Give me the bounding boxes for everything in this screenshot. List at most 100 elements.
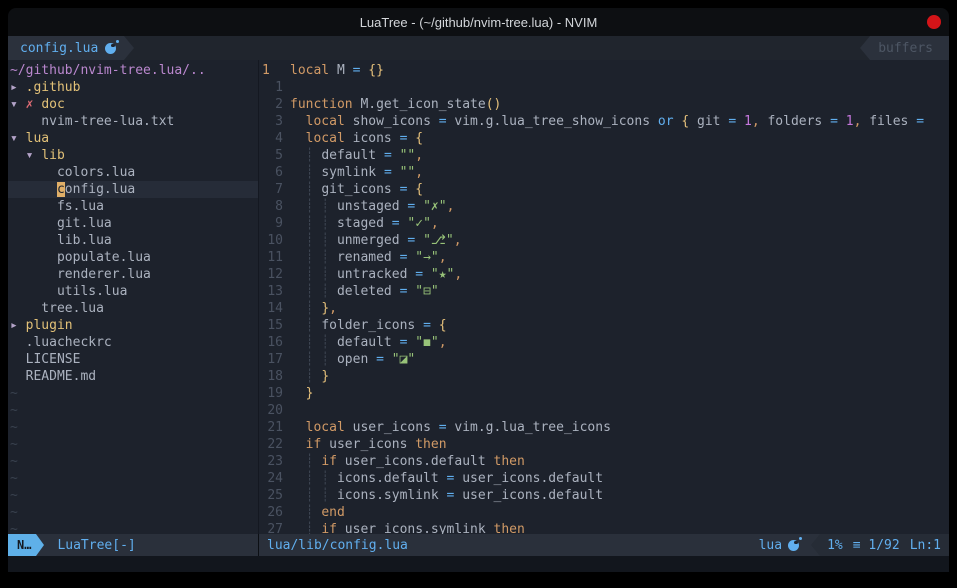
tree-item[interactable]: git.lua — [8, 215, 258, 232]
code-line[interactable]: 19 } — [259, 385, 949, 402]
tab-label: config.lua — [20, 41, 98, 56]
tree-item[interactable]: fs.lua — [8, 198, 258, 215]
tree-item[interactable]: ▾ lib — [8, 147, 258, 164]
window-title: LuaTree - (~/github/nvim-tree.lua) - NVI… — [360, 15, 598, 30]
tree-root-path[interactable]: ~/github/nvim-tree.lua/.. — [8, 62, 258, 79]
line-number: 16 — [259, 334, 283, 351]
buffers-tab[interactable]: buffers — [860, 36, 949, 60]
code-line[interactable]: 13 ┊ ┊ deleted = "⊟" — [259, 283, 949, 300]
code-line[interactable]: 27 ┊ if user_icons.symlink then — [259, 521, 949, 534]
tree-item[interactable]: ▸ .github — [8, 79, 258, 96]
close-button[interactable] — [927, 15, 941, 29]
code-line[interactable]: 21 local user_icons = vim.g.lua_tree_ico… — [259, 419, 949, 436]
line-number: 3 — [259, 113, 283, 130]
line-number: 22 — [259, 436, 283, 453]
code-line[interactable]: 25 ┊ ┊ icons.symlink = user_icons.defaul… — [259, 487, 949, 504]
tree-item[interactable]: ▾ ✗ doc — [8, 96, 258, 113]
empty-line-tilde: ~ — [8, 453, 258, 470]
tree-item[interactable]: .luacheckrc — [8, 334, 258, 351]
line-number: 26 — [259, 504, 283, 521]
status-line-count: ≡ 1/92 — [853, 538, 900, 553]
code-line[interactable]: 8 ┊ ┊ unstaged = "✗", — [259, 198, 949, 215]
line-number: 17 — [259, 351, 283, 368]
line-number: 11 — [259, 249, 283, 266]
line-number: 6 — [259, 164, 283, 181]
line-number: 10 — [259, 232, 283, 249]
tree-item[interactable]: utils.lua — [8, 283, 258, 300]
line-number: 1 — [259, 62, 283, 79]
code-line[interactable]: 20 — [259, 402, 949, 419]
editor-panel: 1local M = {}12function M.get_icon_state… — [259, 60, 949, 534]
code-line[interactable]: 9 ┊ ┊ staged = "✓", — [259, 215, 949, 232]
command-line[interactable] — [8, 556, 949, 572]
mode-indicator: N… — [8, 534, 36, 556]
code-line[interactable]: 18 ┊ } — [259, 368, 949, 385]
lines-icon: ≡ — [853, 538, 861, 553]
main-content: ~/github/nvim-tree.lua/..▸ .github▾ ✗ do… — [8, 60, 949, 534]
code-line[interactable]: 6 ┊ symlink = "", — [259, 164, 949, 181]
code-line[interactable]: 12 ┊ ┊ untracked = "★", — [259, 266, 949, 283]
tree-item[interactable]: README.md — [8, 368, 258, 385]
empty-line-tilde: ~ — [8, 521, 258, 534]
code-line[interactable]: 7 ┊ git_icons = { — [259, 181, 949, 198]
tree-item[interactable]: populate.lua — [8, 249, 258, 266]
tree-item[interactable]: LICENSE — [8, 351, 258, 368]
code-line[interactable]: 3 local show_icons = vim.g.lua_tree_show… — [259, 113, 949, 130]
line-number: 20 — [259, 402, 283, 419]
line-number: 12 — [259, 266, 283, 283]
line-number: 5 — [259, 147, 283, 164]
tree-item-selected[interactable]: config.lua — [8, 181, 258, 198]
buffers-label: buffers — [878, 41, 933, 56]
code-line[interactable]: 10 ┊ ┊ unmerged = "⎇", — [259, 232, 949, 249]
buffers-chevron-icon — [860, 36, 870, 60]
code-line[interactable]: 5 ┊ default = "", — [259, 147, 949, 164]
code-line[interactable]: 2function M.get_icon_state() — [259, 96, 949, 113]
tree-item[interactable]: ▾ lua — [8, 130, 258, 147]
code-line[interactable]: 14 ┊ }, — [259, 300, 949, 317]
line-number: 1 — [259, 79, 283, 96]
line-number: 2 — [259, 96, 283, 113]
powerline-arrow-icon — [36, 534, 44, 556]
filetype-label: lua — [759, 538, 782, 553]
tab-config-lua[interactable]: config.lua — [8, 36, 124, 60]
statusline: N… LuaTree[-] lua/lib/config.lua lua 1% … — [8, 534, 949, 556]
lua-icon — [105, 43, 116, 54]
code-line[interactable]: 1 — [259, 79, 949, 96]
tree-item[interactable]: colors.lua — [8, 164, 258, 181]
line-number: 7 — [259, 181, 283, 198]
code-line[interactable]: 26 ┊ end — [259, 504, 949, 521]
empty-line-tilde: ~ — [8, 487, 258, 504]
tree-item[interactable]: tree.lua — [8, 300, 258, 317]
status-cursor-col: Ln:1 — [910, 538, 941, 553]
tabline: config.lua buffers — [8, 36, 949, 60]
status-file-path: lua/lib/config.lua — [267, 538, 408, 553]
empty-line-tilde: ~ — [8, 402, 258, 419]
tree-item[interactable]: renderer.lua — [8, 266, 258, 283]
code-line[interactable]: 15 ┊ folder_icons = { — [259, 317, 949, 334]
empty-line-tilde: ~ — [8, 419, 258, 436]
line-number: 21 — [259, 419, 283, 436]
tree-item[interactable]: lib.lua — [8, 232, 258, 249]
statusline-tree-window: N… LuaTree[-] — [8, 534, 258, 556]
line-number: 14 — [259, 300, 283, 317]
line-number: 27 — [259, 521, 283, 534]
code-line[interactable]: 11 ┊ ┊ renamed = "→", — [259, 249, 949, 266]
line-fraction: 1/92 — [868, 538, 899, 553]
code-line[interactable]: 24 ┊ ┊ icons.default = user_icons.defaul… — [259, 470, 949, 487]
empty-line-tilde: ~ — [8, 504, 258, 521]
line-number: 13 — [259, 283, 283, 300]
code-line[interactable]: 4 local icons = { — [259, 130, 949, 147]
code-line[interactable]: 1local M = {} — [259, 62, 949, 79]
line-number: 15 — [259, 317, 283, 334]
status-percent: 1% — [827, 538, 843, 553]
code-line[interactable]: 17 ┊ ┊ open = "◪" — [259, 351, 949, 368]
line-number: 24 — [259, 470, 283, 487]
tab-arrow-separator — [124, 36, 134, 60]
code-line[interactable]: 23 ┊ if user_icons.default then — [259, 453, 949, 470]
tree-item[interactable]: nvim-tree-lua.txt — [8, 113, 258, 130]
lua-icon — [788, 540, 799, 551]
code-line[interactable]: 22 if user_icons then — [259, 436, 949, 453]
code-line[interactable]: 16 ┊ ┊ default = "◼", — [259, 334, 949, 351]
tree-item[interactable]: ▸ plugin — [8, 317, 258, 334]
line-number: 18 — [259, 368, 283, 385]
